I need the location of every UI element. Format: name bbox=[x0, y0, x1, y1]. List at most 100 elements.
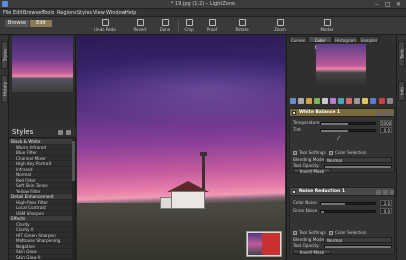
edit-mode-button[interactable]: Edit bbox=[30, 20, 52, 27]
styles-header: Styles bbox=[9, 127, 76, 138]
blur-icon[interactable] bbox=[354, 98, 360, 104]
tool-enable-checkbox[interactable] bbox=[292, 190, 296, 194]
temperature-slider[interactable] bbox=[320, 122, 376, 125]
white-balance-header[interactable]: White Balance 1 bbox=[290, 109, 394, 117]
tool-settings-tab[interactable]: Tool Settings bbox=[293, 150, 326, 156]
tools-panel: Curves Color Mask Histogram Sampler bbox=[286, 35, 396, 260]
tint-label: Tint bbox=[293, 127, 301, 132]
tool-close-icon[interactable] bbox=[383, 189, 388, 195]
white-balance-icon[interactable] bbox=[322, 98, 328, 104]
noise-reduction-tool: Noise Reduction 1 Color Noise 2.0 Grain … bbox=[289, 187, 395, 255]
tool-palette bbox=[289, 97, 395, 105]
navigator-view-region[interactable] bbox=[262, 233, 280, 255]
blending-mode-select[interactable]: Normal bbox=[324, 237, 392, 243]
menu-browser[interactable]: Browser bbox=[23, 9, 43, 17]
rotate-button[interactable]: Rotate bbox=[229, 17, 255, 35]
tool-collapse-icon[interactable] bbox=[390, 110, 394, 116]
menu-help[interactable]: Help bbox=[125, 9, 136, 17]
styles-title: Styles bbox=[12, 128, 34, 136]
hue-saturation-icon[interactable] bbox=[330, 98, 336, 104]
undo-redo-button[interactable]: Undo Redo bbox=[92, 17, 118, 35]
temperature-value[interactable]: 5000 bbox=[380, 120, 392, 126]
zoom-button[interactable]: Zoom bbox=[267, 17, 293, 35]
menu-view[interactable]: View bbox=[93, 9, 105, 17]
rotate-icon bbox=[238, 19, 246, 26]
tab-tools[interactable]: Tools bbox=[398, 41, 405, 67]
tool-close-icon[interactable] bbox=[383, 110, 388, 116]
menu-edit[interactable]: Edit bbox=[13, 9, 23, 17]
navigator-thumbnail[interactable] bbox=[246, 231, 282, 257]
menu-file[interactable]: File bbox=[3, 9, 11, 17]
tone-icon[interactable] bbox=[306, 98, 312, 104]
invert-mask-button[interactable]: Invert Mask bbox=[293, 168, 331, 174]
window-title: * 19.jpg (1:2) – LightZone bbox=[170, 1, 236, 7]
tool-opacity-slider[interactable] bbox=[324, 245, 392, 248]
noise-reduction-header[interactable]: Noise Reduction 1 bbox=[290, 188, 394, 196]
color-selection-tab[interactable]: Color Selection bbox=[329, 150, 367, 156]
temperature-fill bbox=[321, 123, 348, 125]
tab-history[interactable]: History bbox=[1, 75, 8, 103]
add-style-icon[interactable] bbox=[66, 130, 71, 135]
tool-enable-checkbox[interactable] bbox=[292, 111, 296, 115]
revert-button[interactable]: Revert bbox=[127, 17, 153, 35]
minimize-button[interactable]: – bbox=[375, 0, 378, 9]
grain-noise-slider[interactable] bbox=[320, 210, 376, 213]
color-noise-value[interactable]: 2.0 bbox=[380, 200, 392, 206]
styles-menu-icon[interactable] bbox=[58, 130, 63, 135]
lightzone-window: * 19.jpg (1:2) – LightZone – □ ✕ File Ed… bbox=[0, 0, 406, 260]
tool-settings-tab[interactable]: Tool Settings bbox=[293, 230, 326, 236]
title-bar: * 19.jpg (1:2) – LightZone – □ ✕ bbox=[0, 0, 406, 9]
tint-value[interactable]: 0.0 bbox=[380, 127, 392, 133]
tab-styles[interactable]: Styles bbox=[1, 41, 8, 69]
eyedropper-icon[interactable]: ⁄ bbox=[338, 136, 339, 142]
sharpen-icon[interactable] bbox=[338, 98, 344, 104]
close-button[interactable]: ✕ bbox=[396, 0, 401, 9]
proof-button[interactable]: Proof bbox=[199, 17, 225, 35]
tool-opacity-slider[interactable] bbox=[324, 165, 392, 168]
tool-collapse-icon[interactable] bbox=[390, 189, 394, 195]
browse-mode-button[interactable]: Browse bbox=[5, 20, 29, 27]
spot-icon[interactable] bbox=[370, 98, 376, 104]
zone-mapper-icon[interactable] bbox=[290, 98, 296, 104]
grain-noise-value[interactable]: 0.0 bbox=[380, 208, 392, 214]
tool-menu-icon[interactable] bbox=[376, 189, 381, 195]
style-list[interactable]: Black & White Warm Infrared Blue Filter Cha… bbox=[9, 139, 72, 260]
maximize-button[interactable]: □ bbox=[385, 0, 391, 9]
relight-icon[interactable] bbox=[298, 98, 304, 104]
tab-curves[interactable]: Curves bbox=[289, 36, 307, 43]
noise-icon[interactable] bbox=[346, 98, 352, 104]
done-icon bbox=[161, 19, 169, 26]
menu-regions[interactable]: Regions bbox=[57, 9, 77, 17]
tab-info[interactable]: Info bbox=[398, 81, 405, 101]
invert-mask-button[interactable]: Invert Mask bbox=[293, 249, 331, 255]
tab-color-mask[interactable]: Color Mask bbox=[308, 36, 332, 50]
grain-noise-label: Grain Noise bbox=[293, 208, 318, 213]
menu-window[interactable]: Window bbox=[106, 9, 126, 17]
more-tools-icon[interactable] bbox=[387, 98, 393, 104]
right-panel-tabs: Curves Color Mask Histogram Sampler bbox=[289, 36, 395, 50]
color-balance-icon[interactable] bbox=[314, 98, 320, 104]
tool-subtabs: Tool Settings Color Selection bbox=[293, 230, 393, 236]
image-viewer[interactable] bbox=[77, 35, 285, 260]
tab-histogram[interactable]: Histogram bbox=[333, 36, 358, 43]
modes-icon bbox=[323, 19, 331, 26]
menu-styles[interactable]: Styles bbox=[77, 9, 92, 17]
tool-title: Noise Reduction 1 bbox=[299, 189, 345, 194]
proof-icon bbox=[208, 19, 216, 26]
tool-menu-icon[interactable] bbox=[376, 110, 381, 116]
done-button[interactable]: Done bbox=[152, 17, 178, 35]
menu-tools[interactable]: Tools bbox=[42, 9, 54, 17]
left-tab-strip: Styles History bbox=[0, 35, 9, 260]
blending-mode-select[interactable]: Normal bbox=[324, 157, 392, 163]
grain-noise-fill bbox=[321, 211, 324, 213]
right-tab-strip: Tools Info bbox=[396, 35, 406, 260]
color-noise-slider[interactable] bbox=[320, 202, 376, 205]
modes-button[interactable]: Modes bbox=[312, 17, 342, 35]
white-balance-tool: White Balance 1 Temperature 5000 Tint 0.… bbox=[289, 108, 395, 174]
color-selection-tab[interactable]: Color Selection bbox=[329, 230, 367, 236]
style-list-scrollbar[interactable] bbox=[72, 139, 75, 260]
redeye-icon[interactable] bbox=[379, 98, 385, 104]
tab-sampler[interactable]: Sampler bbox=[359, 36, 379, 43]
tint-slider[interactable] bbox=[320, 129, 376, 132]
clone-icon[interactable] bbox=[362, 98, 368, 104]
